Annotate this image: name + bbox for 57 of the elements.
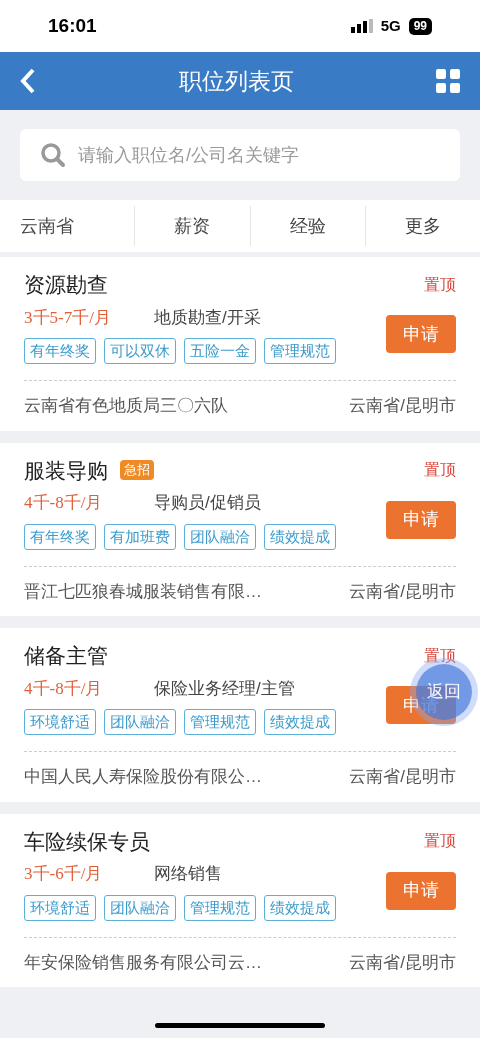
benefit-tag: 环境舒适: [24, 894, 96, 921]
job-category: 保险业务经理/主管: [154, 677, 295, 700]
benefit-tag: 管理规范: [184, 894, 256, 921]
salary: 3千5-7千/月: [24, 306, 112, 329]
benefit-tag: 五险一金: [184, 338, 256, 364]
back-icon[interactable]: [20, 68, 36, 94]
benefit-tag: 环境舒适: [24, 709, 96, 735]
benefit-tag: 团队融洽: [184, 523, 256, 550]
pinned-label: 置顶: [424, 274, 456, 295]
job-category: 网络销售: [154, 863, 222, 885]
company-name: 晋江七匹狼春城服装销售有限…: [24, 580, 262, 603]
company-name: 年安保险销售服务有限公司云…: [24, 951, 262, 974]
network-label: 5G: [380, 15, 401, 36]
company-name: 云南省有色地质局三〇六队: [24, 395, 228, 417]
salary: 4千-8千/月: [24, 677, 104, 700]
benefit-tag: 有年终奖: [24, 523, 96, 550]
pinned-label: 置顶: [424, 460, 456, 481]
benefit-tag: 管理规范: [184, 709, 256, 735]
job-card[interactable]: 资源勘查 置顶 3千5-7千/月 地质勘查/开采 有年终奖 可以双休 五险一金 管理规范 申请 云南省有色地质局三〇六队 云南省/昆明市: [0, 257, 480, 431]
pinned-label: 置顶: [424, 831, 456, 852]
salary: 4千-8千/月: [24, 492, 104, 514]
filter-tab[interactable]: 云南省: [0, 206, 135, 246]
battery-indicator: 99: [408, 17, 432, 35]
job-card[interactable]: 车险续保专员 置顶 3千-6千/月 网络销售 环境舒适 团队融洽 管理规范 绩效提成 申请 年安保险销售服务有限公司云… 云南省/昆明市: [0, 813, 480, 987]
search-field[interactable]: 请输入职位名/公司名关键字: [20, 129, 460, 181]
company-name: 中国人民人寿保险股份有限公…: [24, 766, 262, 788]
filter-tab[interactable]: 更多: [364, 206, 480, 246]
job-title: 车险续保专员: [24, 828, 150, 855]
signal-icon: [350, 19, 373, 33]
search-icon: [40, 142, 66, 168]
job-title: 服装导购: [24, 457, 108, 484]
benefit-tag: 绩效提成: [264, 709, 336, 735]
salary: 3千-6千/月: [24, 863, 104, 885]
job-location: 云南省/昆明市: [349, 951, 456, 974]
benefit-tag: 可以双休: [104, 338, 176, 364]
job-category: 地质勘查/开采: [154, 306, 261, 329]
urgent-badge: 急招: [120, 460, 154, 481]
benefit-tag: 团队融洽: [104, 894, 176, 921]
job-card[interactable]: 服装导购 急招 置顶 4千-8千/月 导购员/促销员 有年终奖 有加班费 团队融洽 绩效提成 申请 晋江七匹狼春城服装销售有限… 云南省/昆明市: [0, 442, 480, 616]
filter-tab[interactable]: 经验: [249, 206, 365, 246]
benefit-tag: 绩效提成: [264, 523, 336, 550]
job-category: 导购员/促销员: [154, 492, 261, 514]
benefit-tag: 管理规范: [264, 338, 336, 364]
job-location: 云南省/昆明市: [349, 580, 456, 603]
job-location: 云南省/昆明市: [349, 766, 456, 788]
page-title: 职位列表页: [178, 66, 294, 96]
job-title: 储备主管: [24, 643, 108, 669]
benefit-tag: 绩效提成: [264, 894, 336, 921]
benefit-tag: 有年终奖: [24, 338, 96, 364]
benefit-tag: 团队融洽: [104, 709, 176, 735]
job-title: 资源勘查: [24, 272, 108, 298]
pinned-label: 置顶: [424, 645, 456, 666]
job-location: 云南省/昆明市: [349, 395, 456, 417]
benefit-tag: 有加班费: [104, 523, 176, 550]
grid-icon[interactable]: [436, 69, 460, 93]
status-time: 16:01: [48, 13, 97, 38]
filter-tab[interactable]: 薪资: [134, 206, 250, 246]
